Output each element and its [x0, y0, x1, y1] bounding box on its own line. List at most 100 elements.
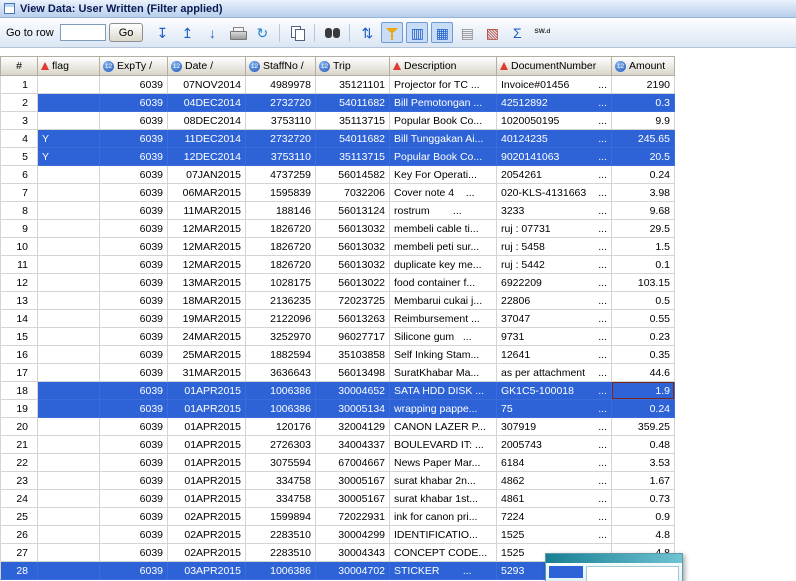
- cell-desc[interactable]: Key For Operati...: [390, 166, 497, 184]
- cell-desc[interactable]: Silicone gum ...: [390, 328, 497, 346]
- cell-doc[interactable]: 37047...: [497, 310, 612, 328]
- aggregate-icon[interactable]: Σ: [506, 22, 528, 43]
- cell-trip[interactable]: 35113715: [316, 148, 390, 166]
- cell-flag[interactable]: [38, 76, 100, 94]
- cell-doc[interactable]: 1020050195...: [497, 112, 612, 130]
- cell-flag[interactable]: [38, 220, 100, 238]
- cell-staffno[interactable]: 3252970: [246, 328, 316, 346]
- cell-desc[interactable]: Cover note 4 ...: [390, 184, 497, 202]
- cell-date[interactable]: 01APR2015: [168, 418, 246, 436]
- cell-amount[interactable]: 0.24: [612, 166, 675, 184]
- cell-trip[interactable]: 30004299: [316, 526, 390, 544]
- cell-staffno[interactable]: 334758: [246, 490, 316, 508]
- cell-staffno[interactable]: 1882594: [246, 346, 316, 364]
- cell-staffno[interactable]: 4989978: [246, 76, 316, 94]
- cell-desc[interactable]: rostrum ...: [390, 202, 497, 220]
- cell-doc[interactable]: ruj : 07731...: [497, 220, 612, 238]
- cell-doc[interactable]: 4862...: [497, 472, 612, 490]
- cell-desc[interactable]: membeli peti sur...: [390, 238, 497, 256]
- table-row-20[interactable]: 20 6039 01APR2015 120176 32004129 CANON LAZER…: [0, 418, 796, 436]
- column-header-desc[interactable]: Description: [390, 56, 497, 76]
- edit-grid-icon[interactable]: ▧: [481, 22, 503, 43]
- cell-staffno[interactable]: 2283510: [246, 544, 316, 562]
- cell-date[interactable]: 07JAN2015: [168, 166, 246, 184]
- grid-view-icon[interactable]: ▦: [431, 22, 454, 43]
- cell-expty[interactable]: 6039: [100, 184, 168, 202]
- cell-expty[interactable]: 6039: [100, 490, 168, 508]
- cell-desc[interactable]: surat khabar 1st...: [390, 490, 497, 508]
- cell-trip[interactable]: 72022931: [316, 508, 390, 526]
- cell-amount[interactable]: 20.5: [612, 148, 675, 166]
- cell-desc[interactable]: BOULEVARD IT: ...: [390, 436, 497, 454]
- table-row-13[interactable]: 13 6039 18MAR2015 2136235 72023725 Membarui c…: [0, 292, 796, 310]
- cell-staffno[interactable]: 188146: [246, 202, 316, 220]
- column-header-staffno[interactable]: 12 StaffNo /: [246, 56, 316, 76]
- cell-flag[interactable]: [38, 328, 100, 346]
- cell-num[interactable]: 25: [0, 508, 38, 526]
- cell-flag[interactable]: [38, 346, 100, 364]
- cell-staffno[interactable]: 2726303: [246, 436, 316, 454]
- cell-trip[interactable]: 56013022: [316, 274, 390, 292]
- cell-date[interactable]: 04DEC2014: [168, 94, 246, 112]
- table-row-14[interactable]: 14 6039 19MAR2015 2122096 56013263 Reimbursem…: [0, 310, 796, 328]
- table-row-16[interactable]: 16 6039 25MAR2015 1882594 35103858 Self Inkin…: [0, 346, 796, 364]
- cell-doc[interactable]: GK1C5-100018...: [497, 382, 612, 400]
- goto-row-input[interactable]: [59, 24, 106, 41]
- cell-staffno[interactable]: 3075594: [246, 454, 316, 472]
- cell-staffno[interactable]: 1595839: [246, 184, 316, 202]
- column-header-expty[interactable]: 12 ExpTy /: [100, 56, 168, 76]
- cell-date[interactable]: 01APR2015: [168, 436, 246, 454]
- cell-flag[interactable]: [38, 562, 100, 580]
- cell-amount[interactable]: 0.5: [612, 292, 675, 310]
- cell-date[interactable]: 03APR2015: [168, 562, 246, 580]
- cell-date[interactable]: 12MAR2015: [168, 238, 246, 256]
- column-header-doc[interactable]: DocumentNumber: [497, 56, 612, 76]
- cell-trip[interactable]: 56013032: [316, 238, 390, 256]
- column-header-date[interactable]: 12 Date /: [168, 56, 246, 76]
- table-row-8[interactable]: 8 6039 11MAR2015 188146 56013124 rostrum ... 3…: [0, 202, 796, 220]
- cell-trip[interactable]: 30004652: [316, 382, 390, 400]
- cell-date[interactable]: 12MAR2015: [168, 256, 246, 274]
- cell-expty[interactable]: 6039: [100, 346, 168, 364]
- cell-staffno[interactable]: 1028175: [246, 274, 316, 292]
- cell-desc[interactable]: IDENTIFICATIO...: [390, 526, 497, 544]
- cell-expty[interactable]: 6039: [100, 562, 168, 580]
- cell-date[interactable]: 25MAR2015: [168, 346, 246, 364]
- cell-amount[interactable]: 0.24: [612, 400, 675, 418]
- cell-trip[interactable]: 30004702: [316, 562, 390, 580]
- cell-flag[interactable]: [38, 94, 100, 112]
- cell-date[interactable]: 13MAR2015: [168, 274, 246, 292]
- cell-doc[interactable]: 1525...: [497, 526, 612, 544]
- find-icon[interactable]: [321, 22, 343, 43]
- cell-desc[interactable]: CONCEPT CODE...: [390, 544, 497, 562]
- cell-amount[interactable]: 44.6: [612, 364, 675, 382]
- cell-num[interactable]: 22: [0, 454, 38, 472]
- cell-staffno[interactable]: 334758: [246, 472, 316, 490]
- cell-num[interactable]: 2: [0, 94, 38, 112]
- sort-icon[interactable]: ⇅: [356, 22, 378, 43]
- cell-flag[interactable]: [38, 256, 100, 274]
- cell-expty[interactable]: 6039: [100, 238, 168, 256]
- cell-doc[interactable]: 9020141063...: [497, 148, 612, 166]
- table-row-26[interactable]: 26 6039 02APR2015 2283510 30004299 IDENTIFICA…: [0, 526, 796, 544]
- cell-expty[interactable]: 6039: [100, 508, 168, 526]
- fetch-more-rows-icon[interactable]: ↓: [201, 22, 223, 43]
- cell-staffno[interactable]: 2732720: [246, 130, 316, 148]
- cell-staffno[interactable]: 4737259: [246, 166, 316, 184]
- cell-amount[interactable]: 0.9: [612, 508, 675, 526]
- cell-date[interactable]: 02APR2015: [168, 544, 246, 562]
- cell-amount[interactable]: 29.5: [612, 220, 675, 238]
- cell-expty[interactable]: 6039: [100, 202, 168, 220]
- table-row-1[interactable]: 1 6039 07NOV2014 4989978 35121101 Projector f…: [0, 76, 796, 94]
- table-row-25[interactable]: 25 6039 02APR2015 1599894 72022931 ink for ca…: [0, 508, 796, 526]
- cell-flag[interactable]: [38, 400, 100, 418]
- cell-expty[interactable]: 6039: [100, 418, 168, 436]
- cell-num[interactable]: 8: [0, 202, 38, 220]
- goto-last-row-icon[interactable]: ↧: [151, 22, 173, 43]
- cell-staffno[interactable]: 1826720: [246, 238, 316, 256]
- cell-amount[interactable]: 103.15: [612, 274, 675, 292]
- cell-expty[interactable]: 6039: [100, 112, 168, 130]
- cell-expty[interactable]: 6039: [100, 310, 168, 328]
- cell-num[interactable]: 19: [0, 400, 38, 418]
- table-row-9[interactable]: 9 6039 12MAR2015 1826720 56013032 membeli cab…: [0, 220, 796, 238]
